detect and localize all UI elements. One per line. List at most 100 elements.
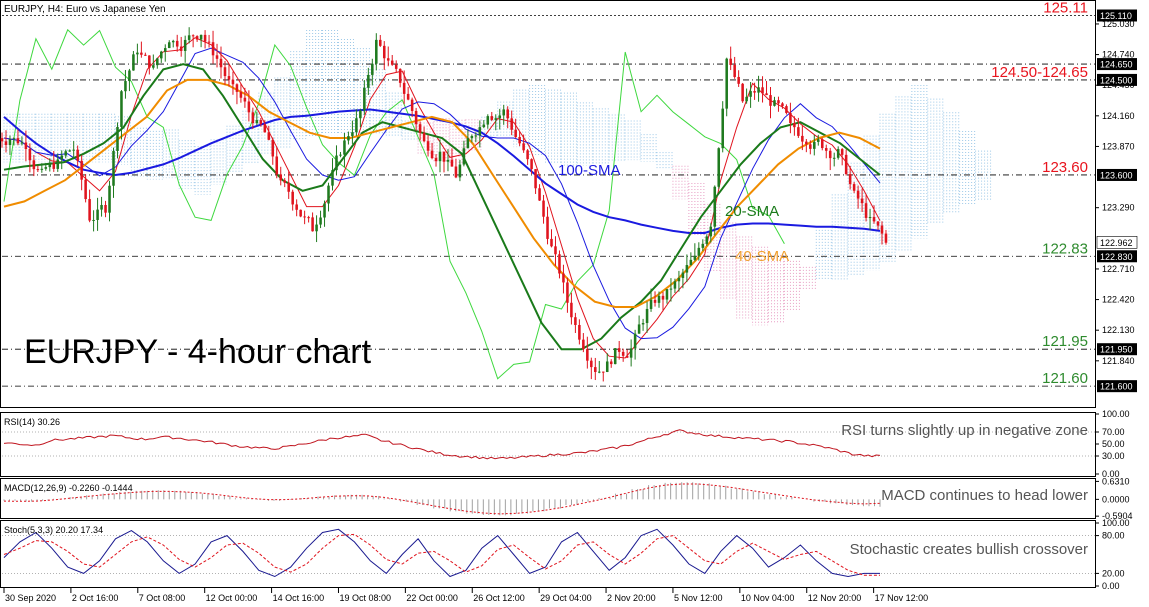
time-tick-label: 30 Sep 2020 [5, 593, 56, 603]
candle-body [128, 70, 131, 82]
candle-body [108, 185, 111, 213]
candle-body [844, 154, 848, 175]
candle-body [124, 81, 127, 92]
level-label: 124.50-124.65 [991, 64, 1088, 81]
time-tick-label: 14 Oct 16:00 [273, 593, 325, 603]
price-tick-label: 122.420 [1102, 295, 1135, 305]
candle-body [235, 84, 239, 92]
candle-body [323, 203, 326, 218]
price-tick-label: 122.130 [1102, 325, 1135, 335]
candle-body [56, 159, 60, 169]
macd-axis-tick-label: 0.0000 [1102, 494, 1130, 504]
candle-body [275, 156, 279, 175]
candle-body [538, 188, 541, 201]
price-axis: 125.030124.740124.450124.160123.870123.2… [1095, 9, 1138, 393]
level-label: 125.11 [1043, 0, 1088, 17]
candle-body [331, 170, 334, 186]
candle-body [171, 40, 175, 43]
chart-title: EURJPY - 4-hour chart [24, 333, 372, 371]
candle-body [0, 138, 4, 142]
candle-body [215, 55, 219, 59]
candle-body [414, 110, 418, 125]
candle-body [868, 217, 872, 219]
candle-body [824, 148, 828, 151]
candle-body [390, 60, 394, 65]
candle-body [239, 91, 243, 98]
candle-body [677, 277, 681, 282]
candle-body [729, 58, 732, 65]
candle-body [510, 118, 513, 130]
candle-body [542, 200, 545, 217]
candle-body [570, 302, 573, 318]
candle-body [84, 179, 87, 200]
candle-body [223, 67, 227, 77]
candle-body [371, 63, 374, 75]
candle-body [68, 150, 71, 152]
candle-body [279, 174, 283, 181]
candle-body [203, 34, 207, 42]
time-tick-label: 17 Nov 12:00 [875, 593, 929, 603]
label-20-sma: 20-SMA [725, 203, 779, 220]
stoch-header: Stoch(5,3,3) 20.20 17.34 [4, 525, 103, 535]
candle-body [832, 157, 836, 159]
candle-body [797, 127, 800, 136]
candle-body [458, 164, 462, 178]
candle-body [633, 333, 637, 349]
candle-body [494, 118, 498, 120]
candle-body [418, 124, 422, 133]
time-tick-label: 26 Oct 12:00 [473, 593, 525, 603]
time-tick-label: 22 Oct 00:00 [406, 593, 458, 603]
candle-body [199, 34, 203, 40]
candle-body [526, 150, 529, 160]
candle-body [872, 217, 876, 222]
candle-body [852, 184, 856, 191]
candle-body [263, 124, 267, 133]
rsi-axis-tick-label: 70.00 [1102, 427, 1125, 437]
candle-body [725, 58, 728, 109]
candle-body [777, 100, 780, 104]
candle-body [801, 135, 804, 142]
candle-body [534, 169, 537, 189]
time-tick-label: 12 Nov 20:00 [808, 593, 862, 603]
candle-body [578, 324, 581, 340]
price-tick-label: 123.290 [1102, 203, 1135, 213]
candle-body [673, 281, 677, 289]
time-tick-label: 12 Oct 00:00 [206, 593, 258, 603]
candle-body [303, 216, 306, 218]
time-tick-label: 7 Oct 08:00 [139, 593, 186, 603]
candle-body [327, 185, 330, 204]
candle-body [721, 108, 724, 149]
candle-body [828, 150, 832, 159]
candle-body [88, 199, 91, 221]
candle-body [347, 136, 350, 141]
candle-body [669, 288, 673, 290]
candle-body [737, 76, 740, 84]
candle-body [72, 149, 75, 151]
candle-body [136, 52, 139, 55]
candle-body [713, 186, 717, 227]
candle-body [514, 129, 517, 138]
candle-body [637, 324, 641, 334]
price-tick-label: 124.740 [1102, 50, 1135, 60]
candle-body [582, 339, 585, 350]
candle-body [884, 233, 888, 243]
candle-body [773, 100, 776, 106]
level-label: 121.95 [1042, 333, 1088, 350]
candle-body [152, 65, 155, 68]
candle-body [793, 123, 796, 128]
candle-body [856, 190, 860, 199]
candle-body [375, 39, 378, 64]
candle-body [422, 132, 426, 142]
candle-body [530, 159, 533, 170]
candle-body [402, 82, 406, 94]
candle-body [462, 148, 466, 165]
macd-signal-line [3, 483, 881, 515]
candle-body [48, 162, 52, 168]
candle-body [454, 166, 458, 178]
candle-body [753, 91, 756, 93]
stoch-axis-tick-label: 20.00 [1102, 568, 1125, 578]
candle-body [438, 151, 442, 162]
candle-body [817, 139, 820, 142]
candle-body [251, 112, 255, 124]
candle-body [709, 226, 713, 237]
